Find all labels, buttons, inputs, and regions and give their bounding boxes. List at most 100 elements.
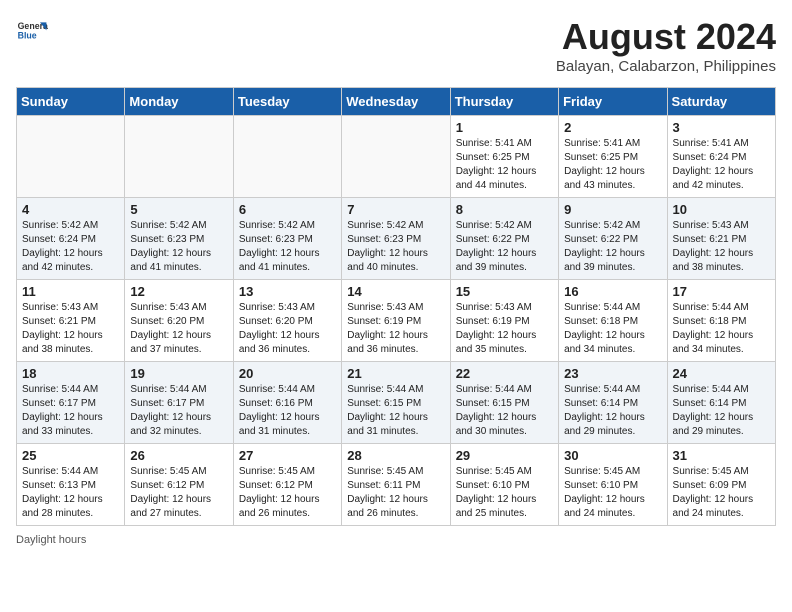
day-number: 24 (673, 366, 770, 381)
calendar-cell: 29 Sunrise: 5:45 AMSunset: 6:10 PMDayligh… (450, 444, 558, 526)
footer-note: Daylight hours (16, 534, 776, 546)
calendar-row: 1 Sunrise: 5:41 AMSunset: 6:25 PMDaylight… (17, 116, 776, 198)
day-number: 27 (239, 448, 336, 463)
day-number: 16 (564, 284, 661, 299)
day-info: Sunrise: 5:45 AMSunset: 6:12 PMDaylight:… (130, 465, 227, 521)
day-number: 12 (130, 284, 227, 299)
day-number: 4 (22, 202, 119, 217)
calendar-cell: 2 Sunrise: 5:41 AMSunset: 6:25 PMDaylight… (559, 116, 667, 198)
location-subtitle: Balayan, Calabarzon, Philippines (556, 58, 776, 75)
day-number: 31 (673, 448, 770, 463)
weekday-sunday: Sunday (17, 88, 125, 116)
day-info: Sunrise: 5:42 AMSunset: 6:24 PMDaylight:… (22, 219, 119, 275)
day-number: 20 (239, 366, 336, 381)
day-number: 5 (130, 202, 227, 217)
day-number: 30 (564, 448, 661, 463)
day-info: Sunrise: 5:45 AMSunset: 6:12 PMDaylight:… (239, 465, 336, 521)
calendar-cell (125, 116, 233, 198)
calendar-cell: 15Sunrise: 5:43 AMSunset: 6:19 PMDayligh… (450, 280, 558, 362)
weekday-saturday: Saturday (667, 88, 775, 116)
day-number: 17 (673, 284, 770, 299)
day-info: Sunrise: 5:43 AMSunset: 6:21 PMDaylight:… (22, 301, 119, 357)
calendar-cell: 4 Sunrise: 5:42 AMSunset: 6:24 PMDaylight… (17, 198, 125, 280)
calendar-cell: 26 Sunrise: 5:45 AMSunset: 6:12 PMDayligh… (125, 444, 233, 526)
day-number: 2 (564, 120, 661, 135)
day-info: Sunrise: 5:42 AMSunset: 6:22 PMDaylight:… (456, 219, 553, 275)
day-number: 10 (673, 202, 770, 217)
day-info: Sunrise: 5:45 AMSunset: 6:10 PMDaylight:… (456, 465, 553, 521)
day-number: 13 (239, 284, 336, 299)
calendar-cell: 20 Sunrise: 5:44 AMSunset: 6:16 PMDayligh… (233, 362, 341, 444)
calendar-cell: 18Sunrise: 5:44 AMSunset: 6:17 PMDayligh… (17, 362, 125, 444)
month-title: August 2024 (556, 16, 776, 58)
calendar-cell: 11 Sunrise: 5:43 AMSunset: 6:21 PMDayligh… (17, 280, 125, 362)
calendar-cell (342, 116, 450, 198)
logo: General Blue (16, 16, 48, 48)
calendar-cell: 6Sunrise: 5:42 AMSunset: 6:23 PMDaylight… (233, 198, 341, 280)
day-number: 18 (22, 366, 119, 381)
page-header: General Blue August 2024 Balayan, Calaba… (16, 16, 776, 75)
svg-text:Blue: Blue (18, 30, 37, 40)
day-number: 23 (564, 366, 661, 381)
weekday-friday: Friday (559, 88, 667, 116)
calendar-cell: 19 Sunrise: 5:44 AMSunset: 6:17 PMDayligh… (125, 362, 233, 444)
calendar-cell: 23 Sunrise: 5:44 AMSunset: 6:14 PMDayligh… (559, 362, 667, 444)
day-info: Sunrise: 5:44 AMSunset: 6:17 PMDaylight:… (130, 383, 227, 439)
day-number: 21 (347, 366, 444, 381)
title-block: August 2024 Balayan, Calabarzon, Philipp… (556, 16, 776, 75)
calendar-cell (17, 116, 125, 198)
calendar-row: 25 Sunrise: 5:44 AMSunset: 6:13 PMDayligh… (17, 444, 776, 526)
day-number: 19 (130, 366, 227, 381)
calendar-cell: 10Sunrise: 5:43 AMSunset: 6:21 PMDayligh… (667, 198, 775, 280)
day-info: Sunrise: 5:42 AMSunset: 6:23 PMDaylight:… (130, 219, 227, 275)
weekday-thursday: Thursday (450, 88, 558, 116)
day-info: Sunrise: 5:44 AMSunset: 6:15 PMDaylight:… (456, 383, 553, 439)
day-info: Sunrise: 5:42 AMSunset: 6:23 PMDaylight:… (347, 219, 444, 275)
day-number: 7 (347, 202, 444, 217)
day-info: Sunrise: 5:44 AMSunset: 6:13 PMDaylight:… (22, 465, 119, 521)
day-info: Sunrise: 5:44 AMSunset: 6:14 PMDaylight:… (564, 383, 661, 439)
calendar-cell: 28 Sunrise: 5:45 AMSunset: 6:11 PMDayligh… (342, 444, 450, 526)
calendar-cell: 27 Sunrise: 5:45 AMSunset: 6:12 PMDayligh… (233, 444, 341, 526)
calendar-cell: 22Sunrise: 5:44 AMSunset: 6:15 PMDayligh… (450, 362, 558, 444)
day-info: Sunrise: 5:43 AMSunset: 6:19 PMDaylight:… (347, 301, 444, 357)
day-number: 25 (22, 448, 119, 463)
day-info: Sunrise: 5:45 AMSunset: 6:10 PMDaylight:… (564, 465, 661, 521)
day-info: Sunrise: 5:44 AMSunset: 6:18 PMDaylight:… (564, 301, 661, 357)
day-number: 28 (347, 448, 444, 463)
day-info: Sunrise: 5:43 AMSunset: 6:20 PMDaylight:… (130, 301, 227, 357)
calendar-cell: 17 Sunrise: 5:44 AMSunset: 6:18 PMDayligh… (667, 280, 775, 362)
weekday-tuesday: Tuesday (233, 88, 341, 116)
day-number: 29 (456, 448, 553, 463)
calendar-cell: 13 Sunrise: 5:43 AMSunset: 6:20 PMDayligh… (233, 280, 341, 362)
logo-icon: General Blue (16, 16, 48, 48)
day-info: Sunrise: 5:43 AMSunset: 6:19 PMDaylight:… (456, 301, 553, 357)
day-info: Sunrise: 5:44 AMSunset: 6:18 PMDaylight:… (673, 301, 770, 357)
day-info: Sunrise: 5:41 AMSunset: 6:25 PMDaylight:… (564, 137, 661, 193)
day-info: Sunrise: 5:41 AMSunset: 6:25 PMDaylight:… (456, 137, 553, 193)
calendar-cell: 8Sunrise: 5:42 AMSunset: 6:22 PMDaylight… (450, 198, 558, 280)
calendar-cell: 1 Sunrise: 5:41 AMSunset: 6:25 PMDaylight… (450, 116, 558, 198)
day-number: 11 (22, 284, 119, 299)
calendar-cell: 3Sunrise: 5:41 AMSunset: 6:24 PMDaylight… (667, 116, 775, 198)
calendar-cell: 31 Sunrise: 5:45 AMSunset: 6:09 PMDayligh… (667, 444, 775, 526)
calendar-cell: 25 Sunrise: 5:44 AMSunset: 6:13 PMDayligh… (17, 444, 125, 526)
day-info: Sunrise: 5:42 AMSunset: 6:22 PMDaylight:… (564, 219, 661, 275)
day-info: Sunrise: 5:45 AMSunset: 6:09 PMDaylight:… (673, 465, 770, 521)
calendar-row: 18 Sunrise: 5:44 AMSunset: 6:17 PMDayligh… (17, 362, 776, 444)
day-number: 6 (239, 202, 336, 217)
calendar-row: 11 Sunrise: 5:43 AMSunset: 6:21 PMDayligh… (17, 280, 776, 362)
day-number: 26 (130, 448, 227, 463)
calendar-cell: 16 Sunrise: 5:44 AMSunset: 6:18 PMDayligh… (559, 280, 667, 362)
day-info: Sunrise: 5:41 AMSunset: 6:24 PMDaylight:… (673, 137, 770, 193)
calendar-cell: 12 Sunrise: 5:43 AMSunset: 6:20 PMDayligh… (125, 280, 233, 362)
daylight-note: Daylight hours (16, 534, 86, 546)
day-number: 1 (456, 120, 553, 135)
day-number: 14 (347, 284, 444, 299)
calendar-cell: 24 Sunrise: 5:44 AMSunset: 6:14 PMDayligh… (667, 362, 775, 444)
day-info: Sunrise: 5:44 AMSunset: 6:16 PMDaylight:… (239, 383, 336, 439)
day-info: Sunrise: 5:45 AMSunset: 6:11 PMDaylight:… (347, 465, 444, 521)
calendar-table: SundayMondayTuesdayWednesdayThursdayFrid… (16, 87, 776, 526)
day-info: Sunrise: 5:44 AMSunset: 6:14 PMDaylight:… (673, 383, 770, 439)
day-info: Sunrise: 5:43 AMSunset: 6:20 PMDaylight:… (239, 301, 336, 357)
